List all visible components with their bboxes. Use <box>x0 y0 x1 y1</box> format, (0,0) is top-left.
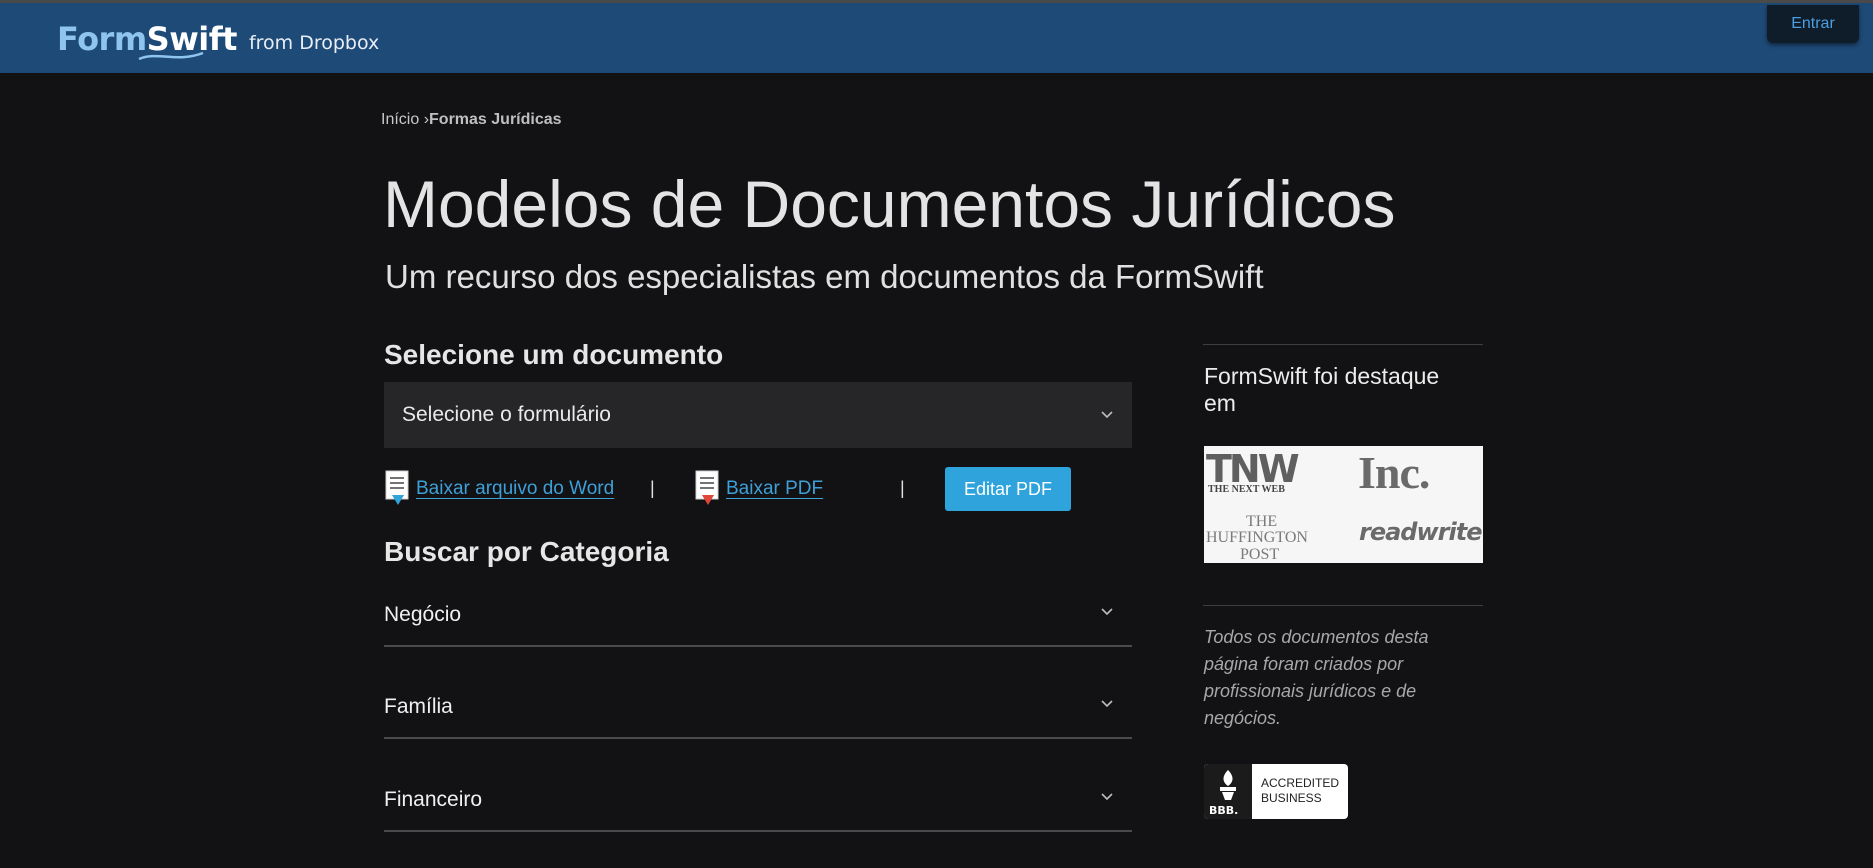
huffington-line1: THE <box>1246 513 1277 530</box>
pdf-document-icon <box>695 470 719 505</box>
disclaimer-text: Todos os documentos desta página foram c… <box>1204 627 1429 728</box>
huffington-line3: POST <box>1240 546 1279 563</box>
breadcrumb: Início ›Formas Jurídicas <box>381 111 562 129</box>
edit-pdf-button[interactable]: Editar PDF <box>945 467 1071 511</box>
bbb-torch-icon: BBB. <box>1209 770 1238 817</box>
breadcrumb-home-link[interactable]: Início <box>381 111 419 128</box>
formswift-logo[interactable]: Form Swift from Dropbox <box>57 17 379 61</box>
word-download[interactable]: Baixar arquivo do Word <box>384 468 614 510</box>
featured-heading: FormSwift foi destaque em <box>1204 363 1440 416</box>
category-label: Financeiro <box>384 788 483 811</box>
pdf-download[interactable]: Baixar PDF <box>694 468 823 510</box>
page-subtitle: Um recurso dos especialistas em document… <box>385 258 1264 295</box>
bbb-logo: BBB. <box>1204 764 1252 819</box>
breadcrumb-current: Formas Jurídicas <box>429 111 562 128</box>
readwrite-logo: readwrite <box>1359 518 1482 546</box>
pdf-download-link[interactable]: Baixar PDF <box>726 478 823 500</box>
chevron-down-icon <box>1101 700 1113 708</box>
chevron-down-icon <box>1101 608 1113 616</box>
login-button[interactable]: Entrar <box>1767 5 1859 43</box>
bbb-logo-text: BBB. <box>1209 804 1238 817</box>
chevron-down-icon <box>1101 793 1113 801</box>
top-header: Form Swift from Dropbox Entrar <box>0 0 1873 73</box>
press-logos-graphic: TNW THE NEXT WEB Inc. THE HUFFINGTON POS… <box>1206 447 1483 563</box>
logo-tagline: from Dropbox <box>248 32 380 54</box>
bbb-badge[interactable]: BBB. ACCREDITED BUSINESS <box>1204 764 1348 819</box>
bbb-text: ACCREDITED BUSINESS <box>1252 764 1339 819</box>
press-logos: TNW THE NEXT WEB Inc. THE HUFFINGTON POS… <box>1204 446 1483 563</box>
word-download-link[interactable]: Baixar arquivo do Word <box>416 478 614 500</box>
document-select[interactable]: Selecione o formulário <box>384 382 1132 448</box>
sidebar-divider <box>1203 605 1483 606</box>
category-row-familia[interactable]: Família <box>384 667 1132 739</box>
category-label: Negócio <box>384 603 462 626</box>
category-row-negocio[interactable]: Negócio <box>384 575 1132 647</box>
category-row-financeiro[interactable]: Financeiro <box>384 760 1132 832</box>
tnw-subtitle: THE NEXT WEB <box>1208 484 1285 495</box>
word-document-icon <box>385 470 409 505</box>
link-separator: | <box>900 478 905 498</box>
bbb-line2: BUSINESS <box>1261 791 1322 805</box>
logo-form-text: Form <box>57 20 147 58</box>
select-document-heading: Selecione um documento <box>384 339 724 370</box>
link-separator: | <box>650 478 655 498</box>
huffington-line2: HUFFINGTON <box>1206 529 1308 546</box>
bbb-line1: ACCREDITED <box>1261 776 1340 790</box>
category-label: Família <box>384 695 453 718</box>
page-title: Modelos de Documentos Jurídicos <box>383 167 1396 241</box>
chevron-down-icon <box>1101 411 1113 419</box>
sidebar-divider <box>1203 344 1483 345</box>
logo-swoosh-icon <box>138 51 204 61</box>
category-heading: Buscar por Categoria <box>384 536 669 567</box>
inc-logo: Inc. <box>1358 447 1429 498</box>
document-select-value: Selecione o formulário <box>402 403 611 426</box>
